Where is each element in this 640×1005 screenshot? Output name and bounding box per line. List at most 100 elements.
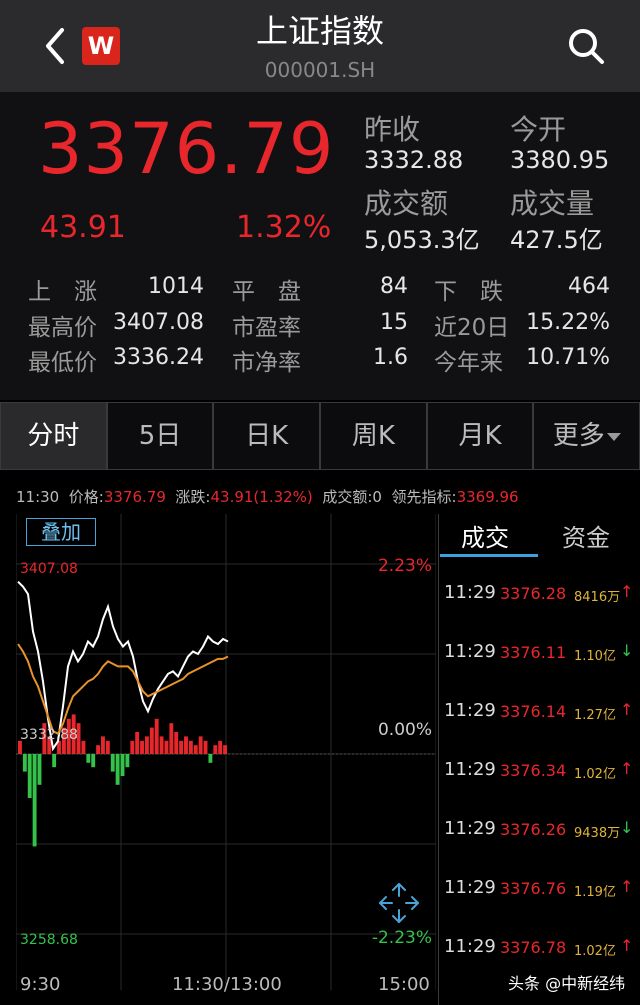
chart-low-label: 3258.68 xyxy=(20,932,78,948)
trade-row: 11:29 3376.28 8416万 ↑ xyxy=(444,582,636,608)
dropdown-arrow-icon xyxy=(606,432,621,441)
chart-info-line: 11:30 价格:3376.79 涨跌:43.91(1.32%) 成交额:0 领… xyxy=(16,486,519,507)
top-bar: W 上证指数 000001.SH xyxy=(0,0,640,92)
bar-mark xyxy=(198,736,203,754)
open-label: 今开 xyxy=(510,113,567,146)
bar-mark xyxy=(37,754,42,785)
trade-row: 11:29 3376.76 1.19亿 ↑ xyxy=(444,877,636,903)
chart-pct-bot: -2.23% xyxy=(371,928,432,948)
bar-mark xyxy=(149,727,154,754)
arrow-down-icon: ↓ xyxy=(620,641,634,660)
bar-mark xyxy=(144,736,149,754)
arrow-down-icon: ↓ xyxy=(620,818,634,837)
arrow-up-icon: ↑ xyxy=(620,936,634,955)
stat-label: 最高价 xyxy=(28,315,97,341)
info-lead: 3369.96 xyxy=(456,488,519,506)
bar-mark xyxy=(184,736,188,754)
stat-label: 近20日 xyxy=(434,315,510,341)
bar-mark xyxy=(110,754,115,772)
bar-mark xyxy=(130,740,135,754)
bar-mark xyxy=(105,740,110,754)
series-line xyxy=(17,643,229,736)
price-change-pct: 1.32% xyxy=(236,210,332,245)
bar-mark xyxy=(174,732,179,754)
trade-row: 11:29 3376.14 1.27亿 ↑ xyxy=(444,700,636,726)
move-arrows-icon[interactable] xyxy=(378,882,420,924)
info-price-label: 价格: xyxy=(68,488,104,506)
trade-row: 11:29 3376.78 1.02亿 ↑ xyxy=(444,936,636,962)
tab-more[interactable]: 更多 xyxy=(533,402,640,470)
bar-mark xyxy=(169,723,174,754)
stat-value: 1014 xyxy=(148,274,204,299)
trade-price: 3376.78 xyxy=(500,938,567,957)
info-lead-label: 领先指标: xyxy=(391,488,457,506)
info-time: 11:30 xyxy=(16,488,60,506)
stat-value: 15 xyxy=(380,310,408,335)
volume-label: 成交量 xyxy=(510,187,595,220)
tab-monthly-k[interactable]: 月K xyxy=(426,402,534,470)
tab-daily-k[interactable]: 日K xyxy=(213,402,321,470)
tab-5day[interactable]: 5日 xyxy=(106,402,214,470)
info-change: 43.91(1.32%) xyxy=(210,488,313,506)
chart-pct-top: 2.23% xyxy=(377,556,432,576)
page-title: 上证指数 xyxy=(255,12,384,50)
trade-volume: 8416万 xyxy=(574,590,621,605)
volume-value: 427.5亿 xyxy=(510,226,603,254)
arrow-up-icon: ↑ xyxy=(620,582,634,601)
bar-mark xyxy=(32,754,37,847)
trade-price: 3376.28 xyxy=(500,584,567,603)
bar-mark xyxy=(159,736,164,754)
trade-price: 3376.26 xyxy=(500,820,567,839)
bar-mark xyxy=(188,740,193,754)
trade-time: 11:29 xyxy=(444,818,496,839)
info-change-label: 涨跌: xyxy=(175,488,211,506)
tab-weekly-k[interactable]: 周K xyxy=(320,402,427,470)
trade-price: 3376.11 xyxy=(500,643,567,662)
trade-time: 11:29 xyxy=(444,877,496,898)
bar-mark xyxy=(125,754,130,768)
trade-row: 11:29 3376.11 1.10亿 ↓ xyxy=(444,641,636,667)
trade-time: 11:29 xyxy=(444,582,496,603)
trade-volume: 1.19亿 xyxy=(574,885,616,900)
tab-intraday[interactable]: 分时 xyxy=(0,402,107,470)
bar-mark xyxy=(91,754,96,768)
overlay-button[interactable]: 叠加 xyxy=(26,518,96,546)
prev-close-label: 昨收 xyxy=(364,113,421,146)
tab-funds[interactable]: 资金 xyxy=(562,518,610,553)
tab-trades[interactable]: 成交 xyxy=(461,518,509,553)
stat-value: 3336.24 xyxy=(113,345,204,370)
stat-label: 最低价 xyxy=(28,350,97,376)
stat-value: 10.71% xyxy=(526,345,610,370)
open-value: 3380.95 xyxy=(510,146,610,174)
bar-mark xyxy=(27,754,32,798)
trade-price: 3376.14 xyxy=(500,702,567,721)
active-tab-indicator xyxy=(440,554,538,557)
prev-close-value: 3332.88 xyxy=(364,146,464,174)
info-volume-label: 成交额: xyxy=(322,488,373,506)
bar-mark xyxy=(22,754,27,772)
trade-volume: 9438万 xyxy=(574,826,621,841)
intraday-chart[interactable] xyxy=(16,514,436,990)
bar-mark xyxy=(208,754,213,763)
trade-row: 11:29 3376.26 9438万 ↓ xyxy=(444,818,636,844)
info-price: 3376.79 xyxy=(103,488,166,506)
time-end-label: 15:00 xyxy=(378,974,430,995)
bar-mark xyxy=(86,754,91,763)
bar-mark xyxy=(120,754,125,776)
stat-value: 15.22% xyxy=(526,310,610,335)
bar-mark xyxy=(164,740,169,754)
search-icon[interactable] xyxy=(566,26,606,66)
bar-mark xyxy=(81,740,86,754)
time-mid-label: 11:30/13:00 xyxy=(172,974,282,995)
turnover-label: 成交额 xyxy=(364,187,449,220)
period-tabs: 分时 5日 日K 周K 月K 更多 xyxy=(0,402,640,470)
stat-label: 下 跌 xyxy=(434,279,503,305)
arrow-up-icon: ↑ xyxy=(620,759,634,778)
bar-mark xyxy=(154,718,159,754)
trade-volume: 1.02亿 xyxy=(574,767,616,782)
watermark-text: 头条 @中新经纬 xyxy=(508,974,626,993)
bar-mark xyxy=(135,732,140,754)
stat-value: 84 xyxy=(380,274,408,299)
stat-label: 平 盘 xyxy=(232,279,301,305)
bar-mark xyxy=(115,754,120,785)
